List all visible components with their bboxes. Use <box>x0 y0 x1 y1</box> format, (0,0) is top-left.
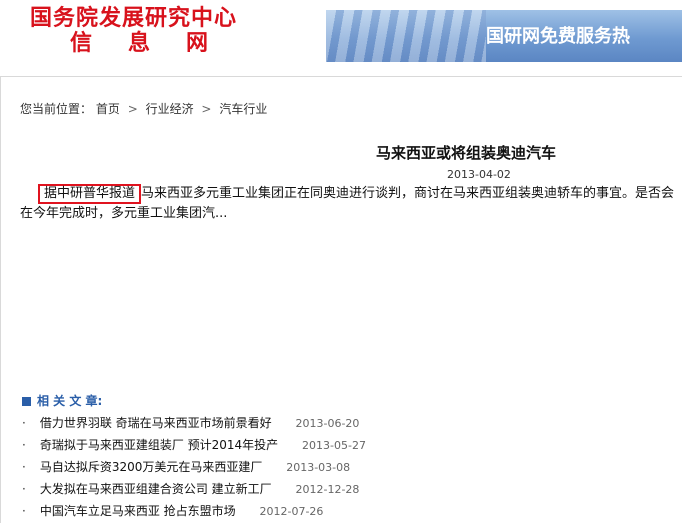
breadcrumb-separator: > <box>201 102 212 116</box>
related-article-date: 2013-06-20 <box>295 417 360 430</box>
left-border <box>0 76 1 523</box>
keyboard-image <box>326 10 486 62</box>
related-article-date: 2013-03-08 <box>286 461 351 474</box>
breadcrumb-auto-link[interactable]: 汽车行业 <box>219 102 267 116</box>
bullet-icon: · <box>22 460 26 474</box>
related-article-link[interactable]: 借力世界羽联 奇瑞在马来西亚市场前景看好 <box>40 416 272 430</box>
related-article-date: 2012-12-28 <box>295 483 360 496</box>
list-item: · 借力世界羽联 奇瑞在马来西亚市场前景看好 2013-06-20 <box>22 412 366 434</box>
breadcrumb-home-link[interactable]: 首页 <box>96 102 120 116</box>
breadcrumb-industry-link[interactable]: 行业经济 <box>146 102 194 116</box>
site-header: 国务院发展研究中心 信息网 国研网免费服务热 <box>0 0 682 70</box>
bullet-icon: · <box>22 438 26 452</box>
breadcrumb-separator: > <box>127 102 138 116</box>
promo-banner[interactable]: 国研网免费服务热 <box>326 10 682 62</box>
site-logo[interactable]: 国务院发展研究中心 信息网 <box>30 6 244 57</box>
related-article-link[interactable]: 中国汽车立足马来西亚 抢占东盟市场 <box>40 504 236 518</box>
related-article-date: 2013-05-27 <box>302 439 366 452</box>
logo-line-1: 国务院发展研究中心 <box>30 6 238 31</box>
article-date: 2013-04-02 <box>447 168 511 181</box>
breadcrumb: 您当前位置： 首页 > 行业经济 > 汽车行业 <box>20 100 267 117</box>
header-divider <box>0 76 682 77</box>
source-highlight: 据中研普华报道 <box>38 184 142 204</box>
related-articles-list: · 借力世界羽联 奇瑞在马来西亚市场前景看好 2013-06-20 · 奇瑞拟于… <box>22 412 366 522</box>
breadcrumb-label: 您当前位置： <box>20 102 93 116</box>
bullet-icon: · <box>22 482 26 496</box>
bullet-icon: · <box>22 504 26 518</box>
bullet-icon: · <box>22 416 26 430</box>
square-bullet-icon <box>22 397 31 406</box>
logo-line-2: 信息网 <box>70 31 245 57</box>
list-item: · 奇瑞拟于马来西亚建组装厂 预计2014年投产 2013-05-27 <box>22 434 366 456</box>
related-article-link[interactable]: 奇瑞拟于马来西亚建组装厂 预计2014年投产 <box>40 438 278 452</box>
related-article-link[interactable]: 大发拟在马来西亚组建合资公司 建立新工厂 <box>40 482 272 496</box>
article-summary: 据中研普华报道 马来西亚多元重工业集团正在同奥迪进行谈判，商讨在马来西亚组装奥迪轿… <box>20 184 682 224</box>
banner-text: 国研网免费服务热 <box>486 26 630 47</box>
related-article-date: 2012-07-26 <box>259 505 324 518</box>
list-item: · 马自达拟斥资3200万美元在马来西亚建厂 2013-03-08 <box>22 456 366 478</box>
related-articles-heading: 相 关 文 章: <box>22 392 102 409</box>
list-item: · 中国汽车立足马来西亚 抢占东盟市场 2012-07-26 <box>22 500 366 522</box>
list-item: · 大发拟在马来西亚组建合资公司 建立新工厂 2012-12-28 <box>22 478 366 500</box>
related-article-link[interactable]: 马自达拟斥资3200万美元在马来西亚建厂 <box>40 460 263 474</box>
article-title: 马来西亚或将组装奥迪汽车 <box>376 144 557 162</box>
